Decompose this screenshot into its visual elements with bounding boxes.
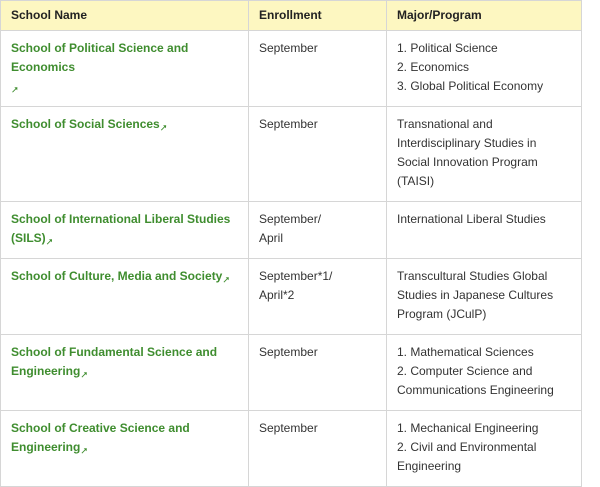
- external-link-icon: ⭧: [160, 123, 167, 133]
- school-cell: School of International Liberal Studies …: [0, 201, 249, 259]
- header-school-name: School Name: [0, 0, 249, 31]
- major-item: 1. Political Science: [397, 41, 498, 55]
- school-link[interactable]: School of Culture, Media and Society⭧: [11, 269, 230, 285]
- enrollment-cell: September: [248, 106, 387, 202]
- major-item: 1. Mechanical Engineering: [397, 421, 539, 435]
- major-list: 1. Mathematical Sciences 2. Computer Sci…: [397, 343, 571, 400]
- external-link-icon: ⭧: [12, 85, 18, 95]
- school-link-label: School of Creative Science and Engineeri…: [11, 421, 190, 454]
- external-link-icon: ⭧: [81, 446, 88, 456]
- major-cell: International Liberal Studies: [386, 201, 582, 259]
- major-cell: 1. Mathematical Sciences 2. Computer Sci…: [386, 334, 582, 411]
- school-cell: School of Creative Science and Engineeri…: [0, 410, 249, 487]
- enrollment-text: September/: [259, 212, 322, 226]
- school-link[interactable]: School of Social Sciences⭧: [11, 117, 167, 133]
- school-link-label: School of Social Sciences: [11, 117, 160, 131]
- enrollment-cell: September: [248, 410, 387, 487]
- programs-table: School Name Enrollment Major/Program Sch…: [0, 0, 582, 487]
- major-text: Transnational and Interdisciplinary Stud…: [397, 117, 538, 188]
- major-cell: 1. Political Science 2. Economics 3. Glo…: [386, 30, 582, 107]
- school-cell: School of Culture, Media and Society⭧: [0, 258, 249, 335]
- school-link[interactable]: School of Fundamental Science and Engine…: [11, 345, 218, 380]
- enrollment-cell: September: [248, 334, 387, 411]
- major-cell: Transnational and Interdisciplinary Stud…: [386, 106, 582, 202]
- table-row: School of Fundamental Science and Engine…: [0, 334, 582, 411]
- table-row: School of Creative Science and Engineeri…: [0, 410, 582, 487]
- table-row: School of International Liberal Studies …: [0, 201, 582, 259]
- school-link[interactable]: School of International Liberal Studies …: [11, 212, 231, 247]
- header-major-program: Major/Program: [386, 0, 582, 31]
- enrollment-cell: September/ April: [248, 201, 387, 259]
- school-cell: School of Fundamental Science and Engine…: [0, 334, 249, 411]
- school-link[interactable]: School of Creative Science and Engineeri…: [11, 421, 190, 456]
- enrollment-text: September: [259, 41, 318, 55]
- major-item: 2. Economics: [397, 60, 470, 74]
- major-text: Transcultural Studies Global Studies in …: [397, 269, 554, 321]
- external-link-icon: ⭧: [81, 370, 88, 380]
- major-item: 1. Mathematical Sciences: [397, 345, 534, 359]
- table-row: School of Social Sciences⭧ September Tra…: [0, 106, 582, 202]
- enrollment-cell: September: [248, 30, 387, 107]
- school-cell: School of Social Sciences⭧: [0, 106, 249, 202]
- school-cell: School of Political Science and Economic…: [0, 30, 249, 107]
- header-enrollment: Enrollment: [248, 0, 387, 31]
- major-list: 1. Political Science 2. Economics 3. Glo…: [397, 39, 571, 96]
- external-link-icon: ⭧: [223, 275, 230, 285]
- major-text: International Liberal Studies: [397, 212, 546, 226]
- major-cell: 1. Mechanical Engineering 2. Civil and E…: [386, 410, 582, 487]
- enrollment-text: September*1/: [259, 269, 333, 283]
- enrollment-text: September: [259, 421, 318, 435]
- school-link-label: School of Political Science and Economic…: [11, 41, 189, 74]
- enrollment-text: April: [259, 231, 284, 245]
- enrollment-text: September: [259, 345, 318, 359]
- enrollment-cell: September*1/ April*2: [248, 258, 387, 335]
- school-link-label: School of International Liberal Studies …: [11, 212, 231, 245]
- school-link-label: School of Culture, Media and Society: [11, 269, 223, 283]
- enrollment-text: April*2: [259, 288, 295, 302]
- major-cell: Transcultural Studies Global Studies in …: [386, 258, 582, 335]
- table-header-row: School Name Enrollment Major/Program: [0, 0, 582, 31]
- major-item: 2. Computer Science and Communications E…: [397, 364, 554, 397]
- school-link[interactable]: School of Political Science and Economic…: [11, 41, 189, 95]
- table-row: School of Political Science and Economic…: [0, 30, 582, 107]
- table-row: School of Culture, Media and Society⭧ Se…: [0, 258, 582, 335]
- major-item: 3. Global Political Economy: [397, 79, 544, 93]
- school-link-label: School of Fundamental Science and Engine…: [11, 345, 218, 378]
- enrollment-text: September: [259, 117, 318, 131]
- external-link-icon: ⭧: [46, 237, 53, 247]
- major-item: 2. Civil and Environmental Engineering: [397, 440, 537, 473]
